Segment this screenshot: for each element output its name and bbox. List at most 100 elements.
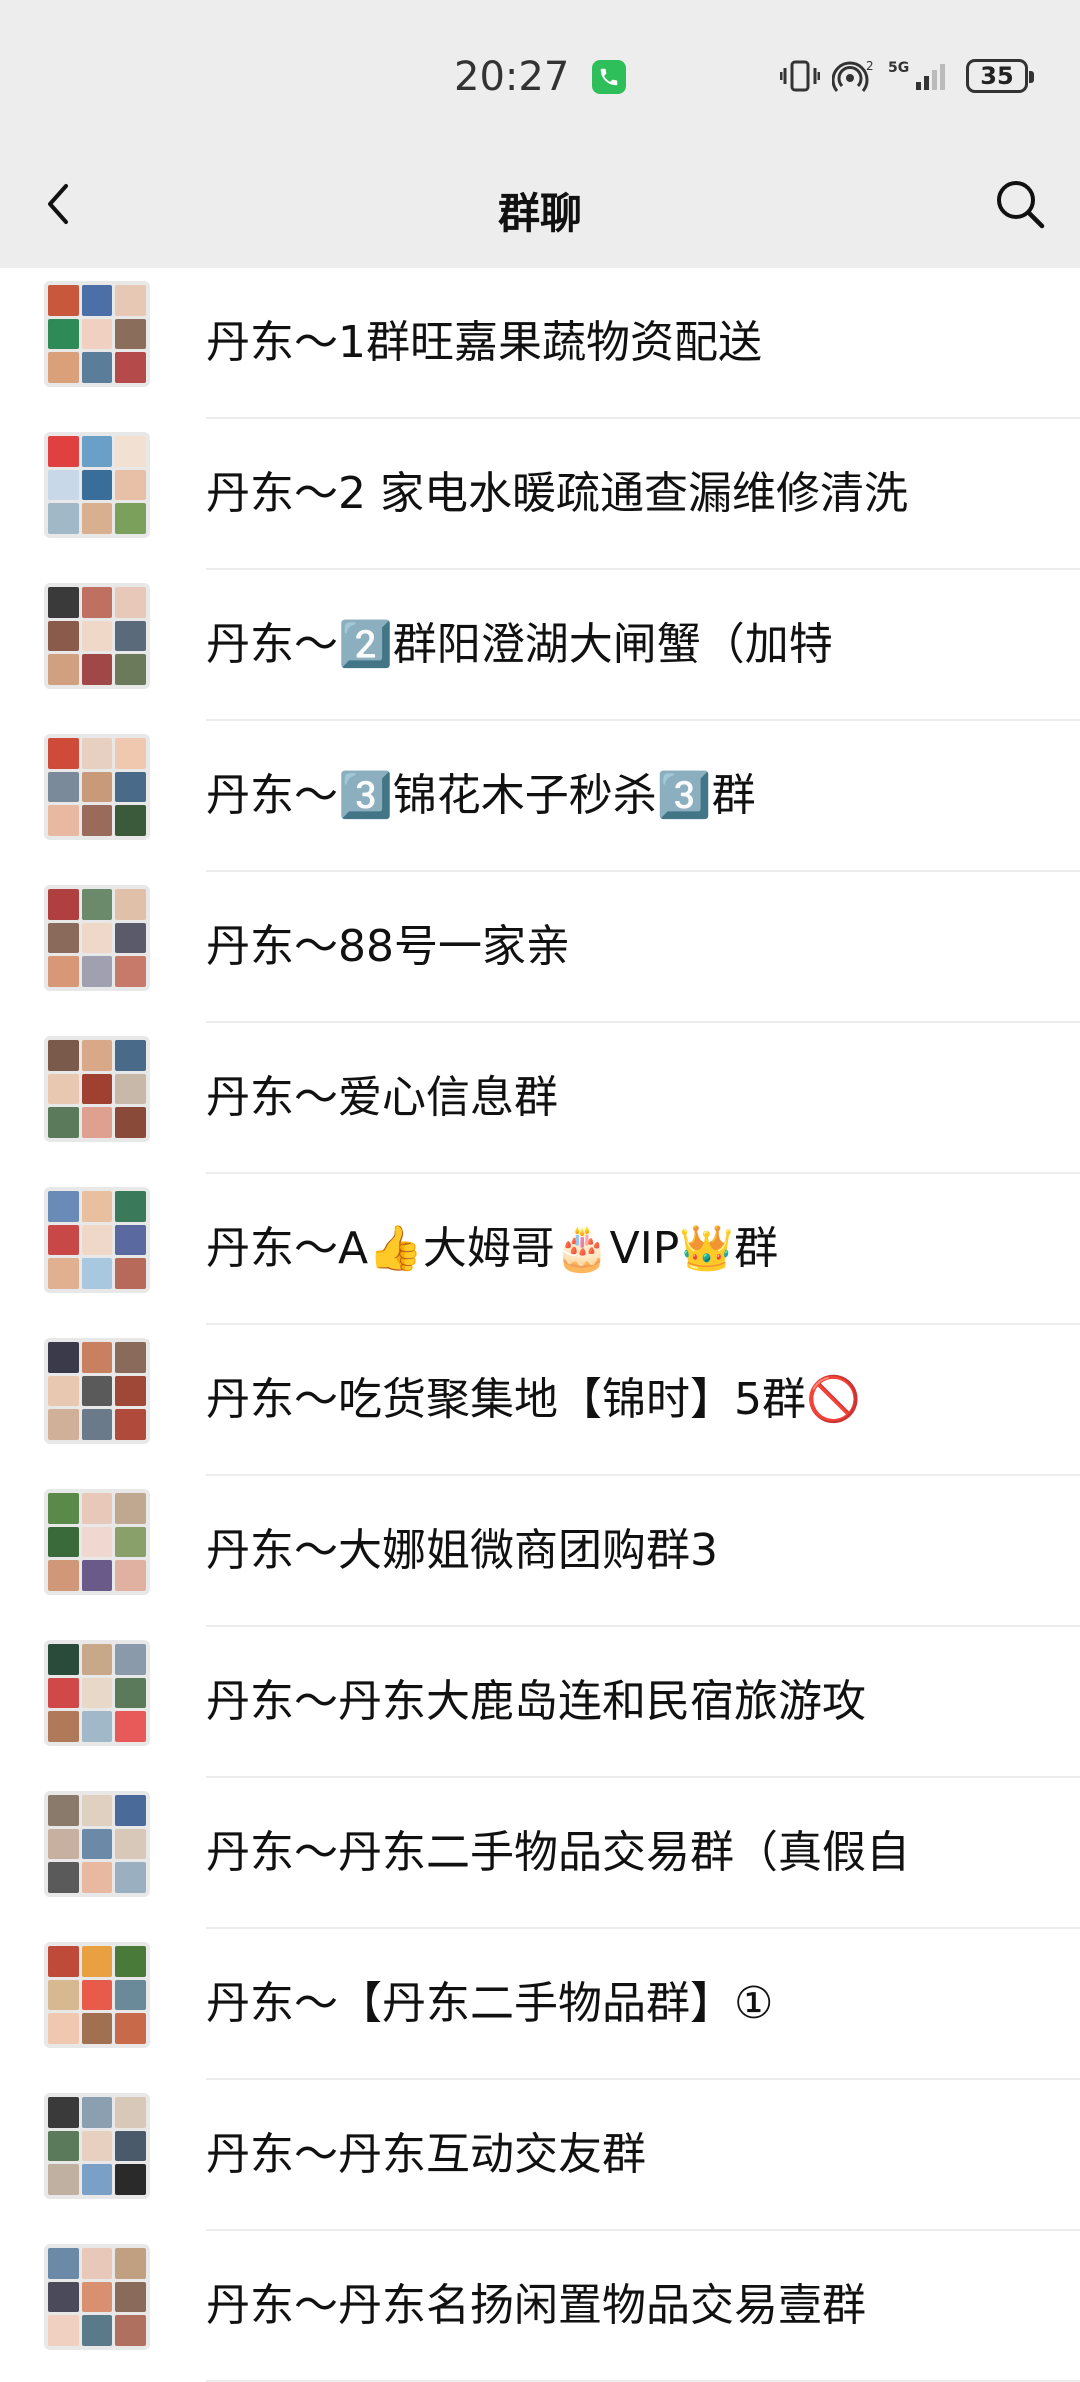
member-avatar-tile [115, 738, 146, 769]
member-avatar-tile [48, 2248, 79, 2279]
member-avatar-tile [48, 1258, 79, 1289]
group-row[interactable]: 丹东～丹东互动交友群 [0, 2080, 1080, 2231]
group-row[interactable]: 丹东～吃货聚集地【锦时】5群🚫 [0, 1325, 1080, 1476]
member-avatar-tile [115, 805, 146, 836]
member-avatar-tile [48, 654, 79, 685]
member-avatar-tile [115, 1073, 146, 1105]
member-avatar-tile [115, 2164, 146, 2195]
member-avatar-tile [115, 469, 146, 501]
member-avatar-tile [115, 1979, 146, 2011]
member-avatar-tile [81, 2248, 113, 2279]
member-avatar-tile [48, 469, 79, 501]
member-avatar-tile [115, 922, 146, 954]
member-avatar-tile [81, 436, 113, 467]
group-row[interactable]: 丹东～A👍大姆哥🎂VIP👑群 [0, 1174, 1080, 1325]
group-row[interactable]: 丹东～88号一家亲 [0, 872, 1080, 1023]
member-avatar-tile [48, 1409, 79, 1440]
member-avatar-tile [115, 1828, 146, 1860]
member-avatar-tile [115, 1677, 146, 1709]
group-avatar [44, 2093, 150, 2199]
member-avatar-tile [115, 1493, 146, 1524]
header: 群聊 [0, 150, 1080, 268]
group-name: 丹东～3️⃣锦花木子秒杀3️⃣群 [206, 770, 756, 821]
member-avatar-tile [48, 2097, 79, 2128]
system-icons: 2 5G 35 [780, 56, 1034, 96]
member-avatar-tile [81, 1526, 113, 1558]
group-avatar [44, 1791, 150, 1897]
group-name: 丹东～丹东名扬闲置物品交易壹群 [206, 2280, 866, 2331]
group-name: 丹东～1群旺嘉果蔬物资配送 [206, 317, 762, 368]
member-avatar-tile [81, 2164, 113, 2195]
member-avatar-tile [48, 1107, 79, 1138]
member-avatar-tile [115, 1191, 146, 1222]
member-avatar-tile [115, 654, 146, 685]
member-avatar-tile [48, 1224, 79, 1256]
member-avatar-tile [115, 2130, 146, 2162]
member-avatar-tile [115, 1711, 146, 1742]
group-avatar [44, 734, 150, 840]
group-name: 丹东～【丹东二手物品群】① [206, 1978, 774, 2029]
member-avatar-tile [48, 805, 79, 836]
member-avatar-tile [81, 1375, 113, 1407]
group-name: 丹东～88号一家亲 [206, 921, 570, 972]
member-avatar-tile [115, 1258, 146, 1289]
svg-text:2: 2 [866, 59, 874, 73]
group-row[interactable]: 丹东～【丹东二手物品群】① [0, 1929, 1080, 2080]
member-avatar-tile [115, 1375, 146, 1407]
member-avatar-tile [115, 1040, 146, 1071]
member-avatar-tile [81, 469, 113, 501]
group-row[interactable]: 丹东～大娜姐微商团购群3 [0, 1476, 1080, 1627]
search-button[interactable] [990, 174, 1050, 234]
member-avatar-tile [115, 1946, 146, 1977]
member-avatar-tile [115, 285, 146, 316]
member-avatar-tile [48, 1493, 79, 1524]
5g-signal-icon: 5G [888, 60, 945, 90]
group-row[interactable]: 丹东～丹东大鹿岛连和民宿旅游攻 [0, 1627, 1080, 1778]
member-avatar-tile [48, 285, 79, 316]
member-avatar-tile [48, 503, 79, 534]
group-avatar [44, 1942, 150, 2048]
member-avatar-tile [81, 1342, 113, 1373]
group-row[interactable]: 丹东～3️⃣锦花木子秒杀3️⃣群 [0, 721, 1080, 872]
member-avatar-tile [48, 352, 79, 383]
member-avatar-tile [48, 2164, 79, 2195]
member-avatar-tile [48, 2013, 79, 2044]
member-avatar-tile [81, 1224, 113, 1256]
group-avatar [44, 1338, 150, 1444]
member-avatar-tile [81, 805, 113, 836]
group-row[interactable]: 丹东～丹东名扬闲置物品交易壹群 [0, 2231, 1080, 2382]
member-avatar-tile [81, 1979, 113, 2011]
group-row[interactable]: 丹东～2 家电水暖疏通查漏维修清洗 [0, 419, 1080, 570]
member-avatar-tile [81, 1258, 113, 1289]
member-avatar-tile [115, 2281, 146, 2313]
group-avatar [44, 2244, 150, 2350]
group-avatar [44, 885, 150, 991]
group-row[interactable]: 丹东～2️⃣群阳澄湖大闸蟹（加特 [0, 570, 1080, 721]
member-avatar-tile [48, 771, 79, 803]
member-avatar-tile [48, 1342, 79, 1373]
member-avatar-tile [48, 1677, 79, 1709]
group-row[interactable]: 丹东～1群旺嘉果蔬物资配送 [0, 268, 1080, 419]
member-avatar-tile [81, 1191, 113, 1222]
group-name: 丹东～A👍大姆哥🎂VIP👑群 [206, 1223, 779, 1274]
member-avatar-tile [115, 1644, 146, 1675]
member-avatar-tile [48, 1375, 79, 1407]
member-avatar-tile [48, 318, 79, 350]
group-list: 丹东～1群旺嘉果蔬物资配送丹东～2 家电水暖疏通查漏维修清洗丹东～2️⃣群阳澄湖… [0, 268, 1080, 2382]
member-avatar-tile [48, 956, 79, 987]
member-avatar-tile [81, 1107, 113, 1138]
member-avatar-tile [81, 922, 113, 954]
member-avatar-tile [115, 1107, 146, 1138]
group-name: 丹东～2 家电水暖疏通查漏维修清洗 [206, 468, 908, 519]
group-row[interactable]: 丹东～丹东二手物品交易群（真假自 [0, 1778, 1080, 1929]
member-avatar-tile [81, 352, 113, 383]
member-avatar-tile [48, 1560, 79, 1591]
group-avatar [44, 432, 150, 538]
group-row[interactable]: 丹东～爱心信息群 [0, 1023, 1080, 1174]
hotspot-icon: 2 [832, 59, 874, 92]
group-avatar [44, 1187, 150, 1293]
member-avatar-tile [115, 1795, 146, 1826]
group-name: 丹东～爱心信息群 [206, 1072, 558, 1123]
member-avatar-tile [81, 503, 113, 534]
member-avatar-tile [81, 285, 113, 316]
